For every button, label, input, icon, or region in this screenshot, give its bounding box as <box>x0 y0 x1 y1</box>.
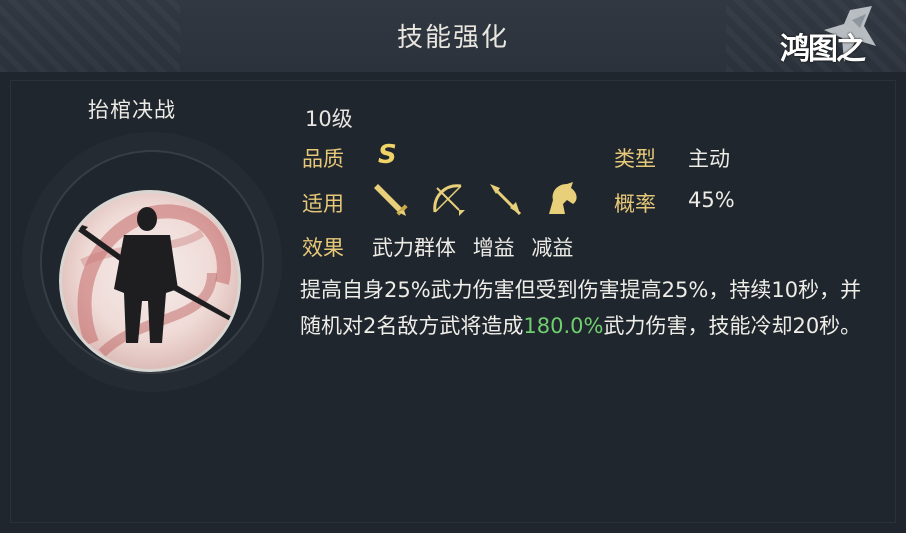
rate-label: 概率 <box>614 192 656 216</box>
quality-label: 品质 <box>302 147 344 171</box>
logo-emblem-icon <box>824 6 876 62</box>
skill-description: 提高自身25%武力伤害但受到伤害提高25%，持续10秒，并随机对2名敌方武将造成… <box>300 272 870 344</box>
quality-value: S <box>378 140 397 170</box>
horse-icon <box>543 180 581 218</box>
sword-icon <box>372 180 410 218</box>
type-label: 类型 <box>614 147 656 171</box>
effect-tag: 武力群体 <box>372 236 456 260</box>
effect-label: 效果 <box>302 236 344 260</box>
effect-tag: 增益 <box>472 236 515 260</box>
apply-icons <box>372 180 595 220</box>
skill-level: 10级 <box>305 107 353 131</box>
skill-name: 抬棺决战 <box>88 98 176 122</box>
damage-percent: 180.0% <box>523 314 604 338</box>
description-text-end: 武力伤害，技能冷却20秒。 <box>603 314 862 338</box>
header-bar: 技能强化 鸿图之下 <box>0 0 906 111</box>
skill-panel: 技能强化 鸿图之下 抬棺决战 10级 品质 S 类型 主动 <box>0 0 906 533</box>
effect-tags: 武力群体 增益 减益 <box>372 232 583 262</box>
spear-icon <box>486 180 524 218</box>
apply-label: 适用 <box>302 192 344 216</box>
rate-value: 45% <box>688 188 735 212</box>
page-title: 技能强化 <box>396 23 509 53</box>
bow-icon <box>429 180 467 218</box>
effect-tag: 减益 <box>531 236 574 260</box>
game-logo: 鸿图之下 <box>780 6 876 111</box>
skill-portrait <box>59 190 241 372</box>
type-value: 主动 <box>688 147 730 171</box>
